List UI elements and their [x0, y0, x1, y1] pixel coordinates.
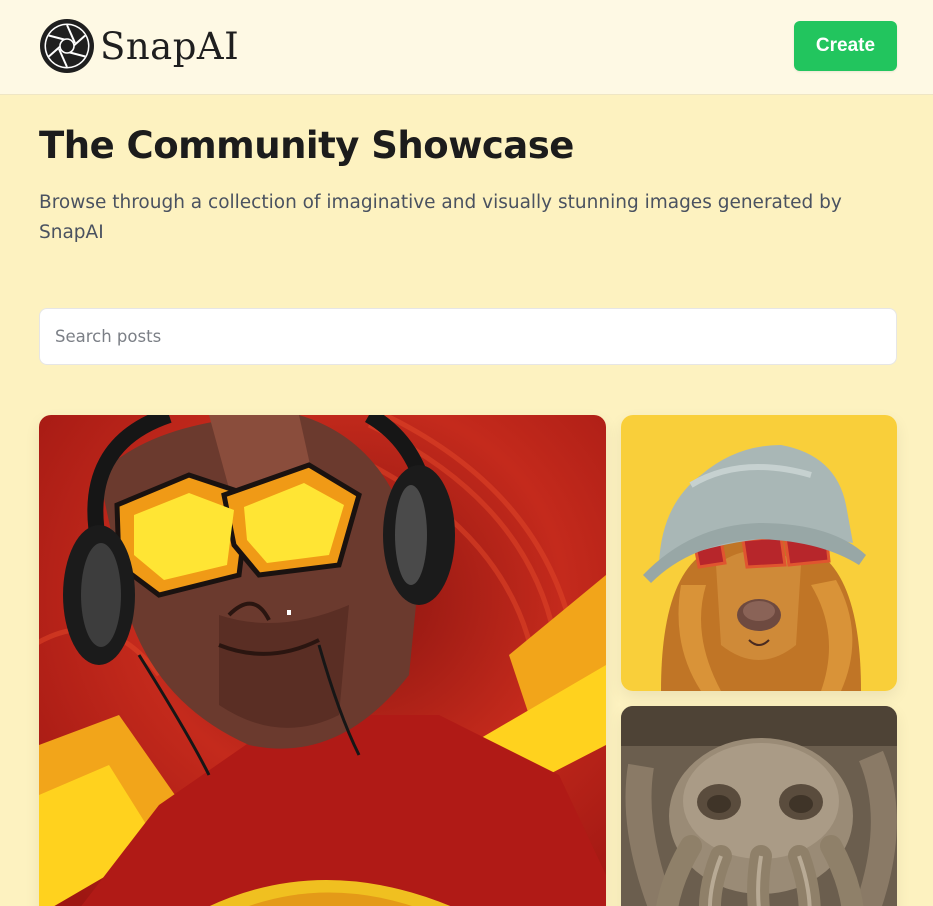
post-card[interactable]	[621, 415, 897, 691]
dog-with-sunglasses-image	[621, 415, 897, 691]
sand-octopus-image	[621, 706, 897, 906]
page-title: The Community Showcase	[39, 124, 574, 167]
search-input[interactable]	[39, 308, 897, 365]
hero-with-headphones-image	[39, 415, 606, 906]
page-description: Browse through a collection of imaginati…	[39, 192, 842, 243]
brand-logo[interactable]: SnapAI	[39, 17, 239, 75]
post-card[interactable]	[39, 415, 606, 906]
camera-aperture-icon	[40, 19, 94, 73]
top-header: SnapAI Create	[0, 0, 933, 95]
brand-name: SnapAI	[100, 24, 240, 68]
post-card[interactable]	[621, 706, 897, 906]
create-button[interactable]: Create	[794, 21, 897, 71]
